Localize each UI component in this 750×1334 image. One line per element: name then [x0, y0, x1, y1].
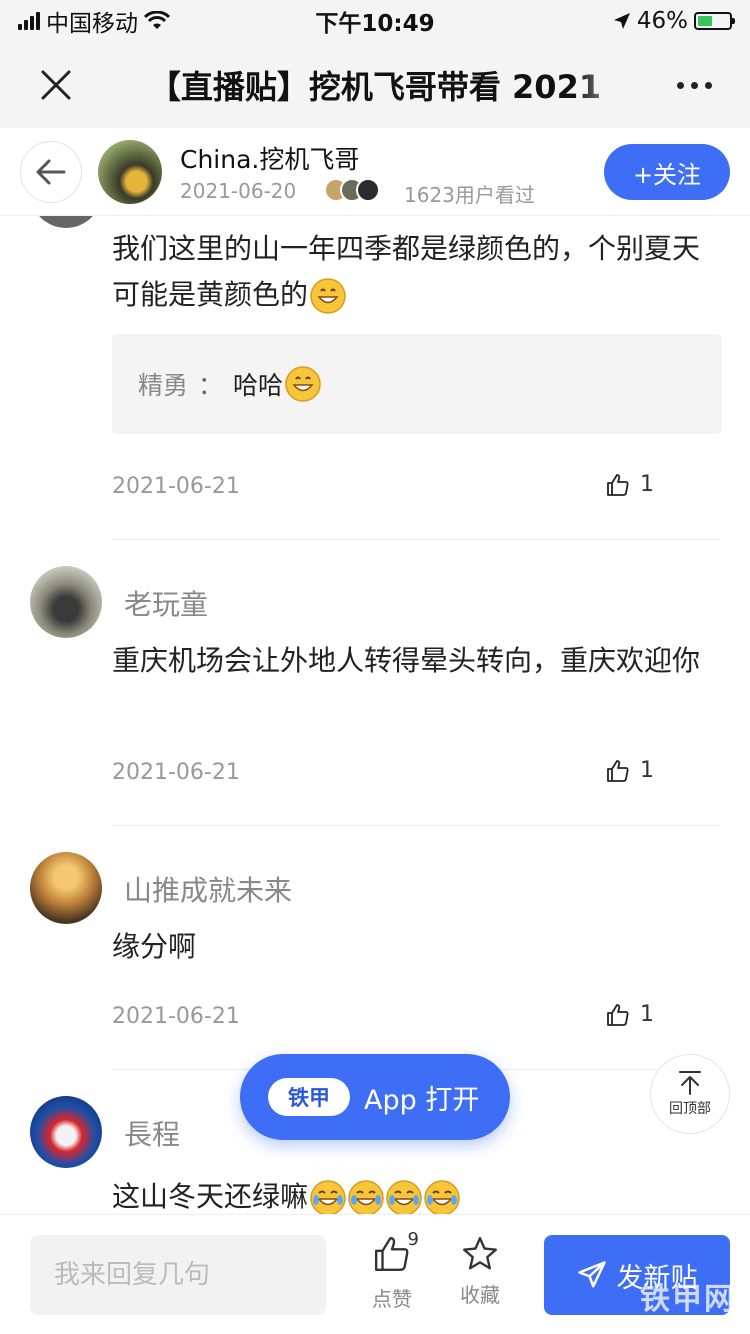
comment-text: 缘分啊	[112, 930, 197, 963]
location-arrow-icon	[613, 13, 630, 29]
comment-like-button[interactable]: 1	[606, 1002, 654, 1027]
like-count: 1	[640, 1002, 654, 1027]
comment-text: 这山冬天还绿嘛	[112, 1174, 722, 1214]
back-button[interactable]	[20, 141, 82, 203]
carrier-label: 中国移动	[46, 11, 138, 37]
battery-icon	[694, 12, 735, 30]
favorite-button[interactable]: 收藏	[450, 1235, 510, 1308]
author-name[interactable]: China.挖机飞哥	[180, 140, 359, 176]
page-title: 【直播贴】挖机飞哥带看 2021	[148, 68, 602, 106]
open-app-label: App 打开	[364, 1084, 480, 1116]
favorite-label: 收藏	[460, 1283, 500, 1307]
commenter-name[interactable]: 山推成就未来	[124, 869, 292, 909]
comment-item: 老玩童 重庆机场会让外地人转得晕头转向，重庆欢迎你 2021-06-21 1	[0, 566, 750, 826]
divider	[112, 539, 720, 540]
follow-button[interactable]: +关注	[604, 144, 730, 200]
send-icon	[577, 1261, 606, 1288]
commenter-name[interactable]: 長程	[124, 1113, 180, 1153]
open-in-app-button[interactable]: 铁甲 App 打开	[240, 1054, 510, 1140]
commenter-name[interactable]: 老玩童	[124, 583, 208, 623]
comment-like-button[interactable]: 1	[606, 758, 654, 783]
more-dot-icon	[704, 81, 712, 89]
grinning-emoji-icon	[310, 278, 346, 314]
comment-like-button[interactable]: 1	[606, 472, 654, 497]
comment-date: 2021-06-21	[112, 760, 240, 785]
reply-input[interactable]	[30, 1235, 326, 1315]
author-avatar[interactable]	[98, 140, 162, 204]
viewer-avatars	[324, 178, 380, 202]
avatar	[356, 178, 380, 202]
wifi-icon	[144, 11, 170, 29]
close-icon	[41, 70, 71, 100]
more-dot-icon	[676, 81, 684, 89]
avatar[interactable]	[30, 1096, 102, 1168]
avatar[interactable]	[30, 216, 102, 228]
arrow-left-icon	[36, 159, 66, 185]
divider	[112, 825, 720, 826]
thumbs-up-icon	[374, 1236, 409, 1272]
avatar[interactable]	[30, 566, 102, 638]
like-count: 1	[640, 472, 654, 497]
status-bar: 中国移动 下午10:49 46%	[0, 0, 750, 42]
tears-of-joy-emoji-icon	[310, 1180, 346, 1214]
like-icon-wrap: 9	[373, 1229, 419, 1277]
star-icon	[462, 1236, 498, 1270]
tears-of-joy-emoji-icon	[386, 1180, 422, 1214]
post-date: 2021-06-20	[180, 179, 297, 203]
comment-text: 我们这里的山一年四季都是绿颜色的，个别夏天可能是黄颜色的	[112, 226, 722, 318]
comment-date: 2021-06-21	[112, 1004, 240, 1029]
watermark: 铁甲网	[640, 1282, 736, 1317]
comment-date: 2021-06-21	[112, 474, 240, 499]
more-menu-button[interactable]	[638, 42, 750, 128]
back-to-top-label: 回顶部	[669, 1101, 711, 1117]
viewer-count: 1623用户看过	[404, 183, 535, 207]
battery-percent: 46%	[636, 8, 688, 34]
app-logo: 铁甲	[268, 1078, 350, 1116]
thumbs-up-icon	[607, 1003, 629, 1026]
reply-text: 哈哈	[233, 371, 284, 400]
status-right: 46%	[613, 8, 735, 34]
back-to-top-button[interactable]: 回顶部	[650, 1054, 730, 1134]
thumbs-up-icon	[607, 759, 629, 782]
title-bar: 【直播贴】挖机飞哥带看 2021	[0, 42, 750, 128]
tears-of-joy-emoji-icon	[348, 1180, 384, 1214]
status-left: 中国移动	[18, 4, 170, 38]
like-post-button[interactable]: 9 点赞	[362, 1229, 422, 1312]
reply-quote[interactable]: 精勇 ： 哈哈	[112, 334, 722, 434]
thumbs-up-icon	[607, 473, 629, 496]
close-button[interactable]	[0, 42, 112, 128]
reply-author[interactable]: 精勇	[138, 366, 188, 402]
bottom-action-bar: 9 点赞 收藏 发新贴 铁甲网	[0, 1214, 750, 1334]
grinning-emoji-icon	[285, 366, 321, 402]
like-count: 1	[640, 758, 654, 783]
like-label: 点赞	[372, 1287, 412, 1311]
comment-item: 山推成就未来 缘分啊 2021-06-21 1	[0, 852, 750, 1052]
signal-icon	[18, 12, 40, 30]
tears-of-joy-emoji-icon	[424, 1180, 460, 1214]
arrow-up-to-top-icon	[679, 1071, 701, 1095]
post-like-count: 9	[407, 1229, 419, 1250]
battery-fill	[698, 16, 712, 26]
reply-separator: ：	[198, 371, 224, 400]
avatar[interactable]	[30, 852, 102, 924]
comment-item: 我们这里的山一年四季都是绿颜色的，个别夏天可能是黄颜色的 精勇 ： 哈哈 202…	[0, 216, 750, 542]
author-header: China.挖机飞哥 2021-06-20 1623用户看过 +关注	[0, 128, 750, 216]
more-dot-icon	[690, 81, 698, 89]
comment-text: 重庆机场会让外地人转得晕头转向，重庆欢迎你	[112, 644, 701, 677]
